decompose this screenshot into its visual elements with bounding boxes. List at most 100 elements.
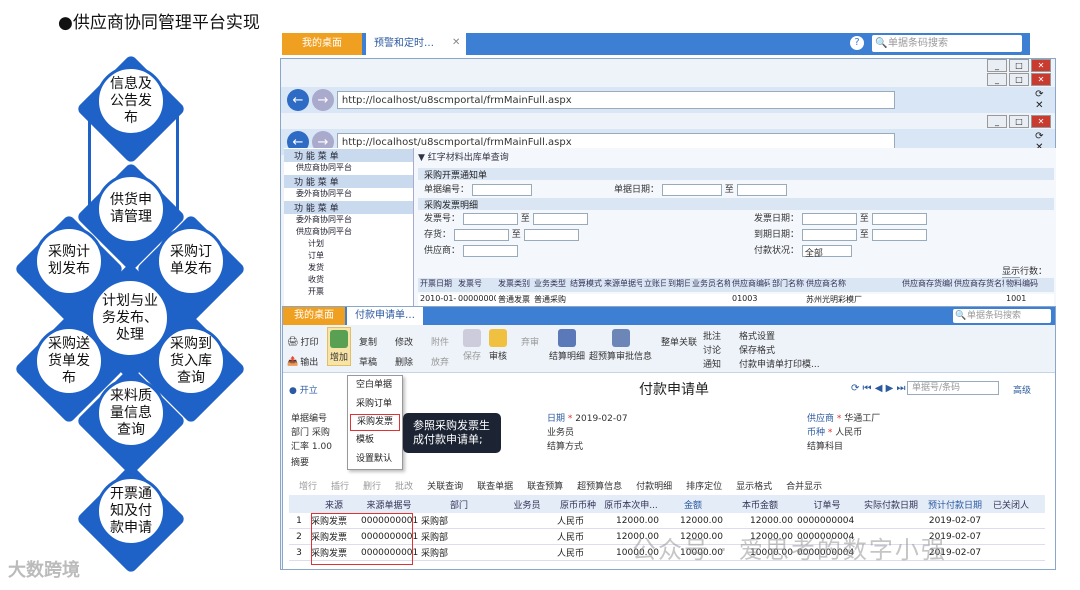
tree-item[interactable]: 供应商协同平台 <box>284 162 413 174</box>
grid-toolbar: 增行 插行 删行 批改 关联查询 联查单据 联查预算 超预算信息 付款明细 排序… <box>289 479 1049 493</box>
menu-item-default[interactable]: 设置默认 <box>348 450 402 469</box>
form-search-input[interactable]: 单据号/条码 <box>907 381 999 395</box>
tree-header: 功 能 菜 单 <box>284 149 413 162</box>
tree-item[interactable]: 开票 <box>284 286 413 298</box>
sort-button[interactable]: 排序定位 <box>686 479 722 493</box>
advanced-link[interactable]: 高级 <box>1013 383 1031 396</box>
tooltip: 参照采购发票生 成付款申请单; <box>403 413 501 453</box>
search-icon: 🔍 <box>875 38 888 49</box>
flow-node-delivery: 采购送 货单发 布 <box>34 326 104 396</box>
doc-no-input[interactable] <box>471 183 532 196</box>
flow-node-supply: 供货申 请管理 <box>96 174 166 244</box>
watermark: 公众号 · 爱思考的数字小强 <box>632 536 947 564</box>
pay-status-select[interactable]: 全部 <box>801 244 852 259</box>
payment-detail-button[interactable]: 付款明细 <box>636 479 672 493</box>
flow-node-info: 信息及 公告发 布 <box>96 66 166 136</box>
search-input-front[interactable]: 🔍 单据条码搜索 <box>953 309 1051 323</box>
notify-button[interactable]: 通知 <box>703 357 721 370</box>
grid-header: 来源 来源单据号 部门 业务员 原币币种 原币本次申... 金额 本币金额 订单… <box>289 495 1045 513</box>
discard-button[interactable]: 放弃 <box>431 355 449 368</box>
search-input[interactable]: 🔍 单据条码搜索 <box>872 35 1022 52</box>
forward-icon[interactable]: → <box>311 89 334 111</box>
insert-row-button[interactable]: 插行 <box>331 479 349 493</box>
menu-item-purchase-order[interactable]: 采购订单 <box>348 395 402 414</box>
link-button[interactable]: 整单关联 <box>661 335 697 348</box>
due-date-to-input[interactable] <box>871 228 927 241</box>
settlement-button[interactable]: 结算明细 <box>549 329 585 362</box>
attach-button[interactable]: 附件 <box>431 335 449 348</box>
tab-payment[interactable]: 付款申请单… <box>347 307 423 325</box>
edit-button[interactable]: 修改 <box>395 335 413 348</box>
draft-button[interactable]: 草稿 <box>359 355 377 368</box>
flow-node-quality: 来料质 量信息 查询 <box>96 378 166 448</box>
form-nav-icons[interactable]: ⟳ ⏮ ◀ ▶ ⏭ <box>851 383 905 394</box>
address-bar[interactable]: http://localhost/u8scmportal/frmMainFull… <box>336 91 896 109</box>
query-grid-header: 开票日期 发票号 发票类别 业务类型 结算模式 来源单据号 立账日 到期日 业务… <box>418 278 1054 292</box>
logo-text: 大数跨境 <box>8 560 80 581</box>
tab-desktop-front[interactable]: 我的桌面 <box>283 307 345 325</box>
top-portal-bar: 我的桌面 预警和定时… ✕ ? 🔍 单据条码搜索 <box>282 33 1030 55</box>
flow-node-order: 采购订 单发布 <box>156 226 226 296</box>
save-format-button[interactable]: 保存格式 <box>739 343 775 356</box>
batch-edit-button[interactable]: 批改 <box>395 479 413 493</box>
tree-item[interactable]: 收货 <box>284 274 413 286</box>
tree-item[interactable]: 发货 <box>284 262 413 274</box>
save-button[interactable]: 保存 <box>463 329 481 362</box>
merge-display-button[interactable]: 合并显示 <box>786 479 822 493</box>
print-button[interactable]: 🖨 打印 <box>287 335 318 349</box>
search-icon: 🔍 <box>955 311 967 321</box>
close-icon[interactable]: ✕ <box>452 37 460 48</box>
due-date-from-input[interactable] <box>801 228 857 241</box>
delete-row-button[interactable]: 删行 <box>363 479 381 493</box>
inner-title: ▼ 红字材料出库单查询 <box>418 153 509 163</box>
budget-approval-button[interactable]: 超预算审批信息 <box>589 329 652 362</box>
export-button[interactable]: 📤 输出 <box>287 355 318 369</box>
add-button[interactable]: 增加 <box>327 327 352 366</box>
tree-item[interactable]: 供应商协同平台 <box>284 226 413 238</box>
delete-button[interactable]: 删除 <box>395 355 413 368</box>
flow-node-invoice: 开票通 知及付 款申请 <box>96 476 166 546</box>
tab-desktop[interactable]: 我的桌面 <box>282 33 362 55</box>
linked-budget-button[interactable]: 联查预算 <box>527 479 563 493</box>
approve-button[interactable]: 审核 <box>489 329 507 362</box>
add-dropdown-menu: 空白单据 采购订单 采购发票 模板 设置默认 <box>347 375 403 470</box>
invoice-date-from-input[interactable] <box>801 212 857 225</box>
back-icon[interactable]: ← <box>287 89 309 111</box>
linked-doc-button[interactable]: 联查单据 <box>477 479 513 493</box>
annotate-button[interactable]: 批注 <box>703 329 721 342</box>
invoice-no-from-input[interactable] <box>462 212 518 225</box>
refresh-icon[interactable]: ⟳ ✕ <box>1035 89 1055 111</box>
main-toolbar: 🖨 打印 📤 输出 增加 复制 草稿 修改 删除 附件 放弃 保存 审核 弃审 结算… <box>283 325 1055 373</box>
stock-to-input[interactable] <box>523 228 579 241</box>
over-budget-button[interactable]: 超预算信息 <box>577 479 622 493</box>
menu-item-blank[interactable]: 空白单据 <box>348 376 402 395</box>
tree-item[interactable]: 委外商协同平台 <box>284 188 413 200</box>
tree-item[interactable]: 订单 <box>284 250 413 262</box>
format-settings-button[interactable]: 格式设置 <box>739 329 775 342</box>
section-detail: 采购发票明细 <box>418 198 1054 211</box>
discuss-button[interactable]: 讨论 <box>703 343 721 356</box>
tab-alert[interactable]: 预警和定时… <box>366 33 466 55</box>
form-title: 付款申请单 <box>639 382 709 398</box>
vendor-input[interactable] <box>462 244 518 257</box>
tree-item[interactable]: 计划 <box>284 238 413 250</box>
query-grid-row[interactable]: 2010-01-25 0000000001 普通发票 普通采购 01003 苏州… <box>418 294 1054 306</box>
section-notice: 采购开票通知单 <box>418 168 1054 181</box>
doc-date-to-input[interactable] <box>736 183 787 196</box>
help-icon[interactable]: ? <box>850 36 864 50</box>
invoice-no-to-input[interactable] <box>532 212 588 225</box>
copy-button[interactable]: 复制 <box>359 335 377 348</box>
invoice-date-to-input[interactable] <box>871 212 927 225</box>
add-row-button[interactable]: 增行 <box>299 479 317 493</box>
related-query-button[interactable]: 关联查询 <box>427 479 463 493</box>
stock-from-input[interactable] <box>453 228 509 241</box>
unapprove-button[interactable]: 弃审 <box>521 335 539 348</box>
menu-item-template[interactable]: 模板 <box>348 431 402 450</box>
display-format-button[interactable]: 显示格式 <box>736 479 772 493</box>
invoice-query-page: 功 能 菜 单 供应商协同平台 功 能 菜 单 委外商协同平台 功 能 菜 单 … <box>284 148 1056 308</box>
source-highlight <box>311 513 413 565</box>
menu-item-purchase-invoice[interactable]: 采购发票 <box>350 414 400 431</box>
print-template-select[interactable]: 付款申请单打印模... <box>739 357 820 370</box>
tree-item[interactable]: 委外商协同平台 <box>284 214 413 226</box>
doc-date-from-input[interactable] <box>661 183 722 196</box>
